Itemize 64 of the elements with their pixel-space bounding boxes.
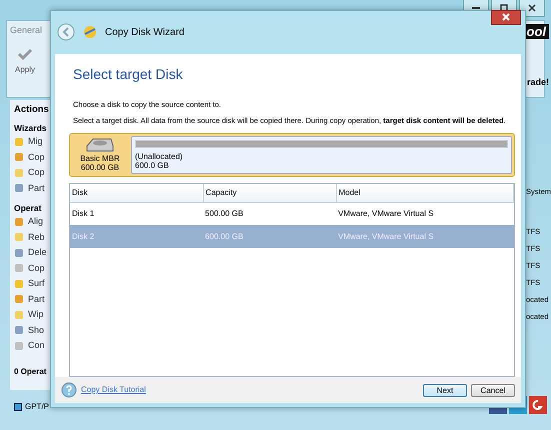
action-item[interactable]: Alig	[28, 215, 44, 228]
action-item[interactable]: Surf	[28, 277, 45, 290]
action-item[interactable]: Wip	[28, 308, 44, 322]
action-icon	[14, 168, 24, 178]
panel-title: Actions	[14, 104, 50, 116]
action-icon	[14, 248, 24, 258]
action-icon	[14, 294, 24, 304]
legend-swatch	[14, 403, 22, 411]
action-icon	[14, 216, 24, 227]
column-header: Disk	[70, 184, 204, 202]
wizard-icon	[83, 25, 97, 40]
minimize-icon	[472, 7, 480, 9]
action-icon	[14, 310, 24, 320]
action-item[interactable]: Cop	[28, 166, 45, 180]
upgrade-label[interactable]: rade!	[526, 76, 549, 90]
partition-label: (Unallocated)	[135, 152, 184, 162]
action-icon	[14, 278, 24, 289]
action-item[interactable]: Part	[28, 182, 45, 195]
action-icon	[14, 340, 24, 351]
checkmark-icon	[17, 48, 33, 60]
action-icon	[14, 136, 24, 147]
pending-operations: 0 Operat	[14, 366, 48, 378]
cancel-button[interactable]: Cancel	[471, 384, 515, 397]
action-item[interactable]: Mig	[28, 135, 43, 148]
action-item[interactable]: Dele	[28, 246, 47, 260]
action-item[interactable]: Part	[28, 292, 45, 306]
action-item[interactable]: Reb	[28, 230, 45, 244]
page-heading: Select target Disk	[73, 64, 184, 84]
action-icon	[14, 232, 24, 242]
close-icon	[528, 4, 536, 12]
section-title: Wizards	[14, 122, 48, 134]
action-icon	[14, 325, 24, 336]
next-button[interactable]: Next	[423, 384, 467, 397]
column-header: Model	[336, 184, 514, 202]
action-item[interactable]: Con	[28, 339, 45, 352]
column-header: Capacity	[203, 184, 336, 202]
section-title: Operat	[14, 202, 42, 214]
disk-row[interactable]: Disk 1 500.00 GB VMware, VMware Virtual S	[70, 202, 514, 226]
close-icon	[502, 12, 510, 21]
table-cell: Disk 2	[70, 225, 204, 248]
action-item[interactable]: Sho	[28, 324, 44, 337]
close-button[interactable]	[491, 10, 521, 25]
disk-size: 600.00 GB	[80, 163, 120, 172]
action-item[interactable]: Cop	[28, 150, 45, 164]
disk-map[interactable]: Basic MBR 600.00 GB (Unallocated) 600.0 GB	[69, 133, 515, 178]
google-plus-icon[interactable]	[529, 396, 547, 414]
legend-label: GPT/P	[25, 401, 50, 413]
table-cell: 500.00 GB	[203, 202, 336, 226]
table-cell: Disk 1	[70, 202, 204, 226]
dialog-title: Copy Disk Wizard	[105, 26, 184, 40]
partition-size: 600.0 GB	[135, 161, 170, 170]
table-cell: VMware, VMware Virtual S	[336, 225, 514, 248]
action-icon	[14, 263, 24, 274]
tutorial-link[interactable]: Copy Disk Tutorial	[81, 384, 146, 396]
action-icon	[14, 183, 24, 194]
table-cell: VMware, VMware Virtual S	[336, 202, 514, 226]
apply-button[interactable]: Apply	[10, 48, 40, 76]
disk-type: Basic MBR	[80, 154, 120, 164]
maximize-icon	[500, 4, 508, 12]
action-item[interactable]: Cop	[28, 262, 45, 275]
help-icon	[61, 382, 77, 398]
table-cell: 600.00 GB	[203, 225, 336, 248]
action-icon	[14, 152, 24, 162]
partition-block[interactable]: (Unallocated) 600.0 GB	[131, 136, 512, 174]
